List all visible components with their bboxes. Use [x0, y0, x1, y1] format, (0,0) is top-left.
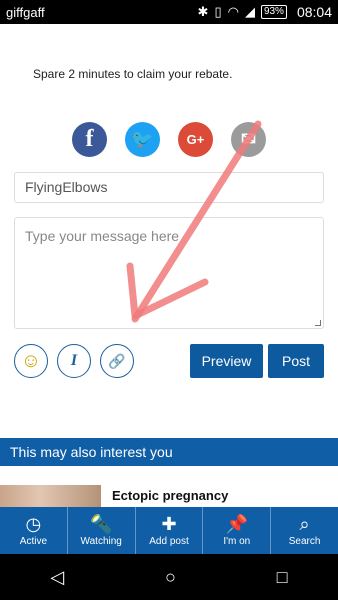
- facebook-share-icon[interactable]: f: [72, 122, 107, 157]
- tab-active[interactable]: ◷ Active: [0, 507, 68, 554]
- clock-icon: ◷: [25, 514, 42, 534]
- vibrate-icon: ▯: [214, 4, 222, 19]
- promo-text[interactable]: Spare 2 minutes to claim your rebate.: [33, 67, 232, 81]
- twitter-share-icon[interactable]: 🐦: [125, 122, 160, 157]
- italic-icon: I: [70, 352, 78, 369]
- tab-label: Active: [19, 536, 48, 547]
- tab-label: Search: [288, 536, 321, 547]
- tab-label: I'm on: [223, 536, 251, 547]
- preview-button[interactable]: Preview: [190, 344, 263, 378]
- clock-time: 08:04: [296, 4, 332, 20]
- status-icons: ✱ ▯ ◠ ◢ 93% 08:04: [198, 4, 332, 20]
- tab-search[interactable]: ⌕ Search: [271, 507, 338, 554]
- emoji-button[interactable]: ☺: [14, 344, 48, 378]
- interest-heading: This may also interest you: [0, 438, 338, 466]
- flashlight-icon: 🔦: [89, 514, 113, 534]
- bottom-tab-bar: ◷ Active 🔦 Watching ✚ Add post 📌 I'm on …: [0, 507, 338, 554]
- search-icon: ⌕: [299, 514, 310, 534]
- share-row: f 🐦 G+ ✉: [72, 122, 266, 157]
- status-bar: giffgaff ✱ ▯ ◠ ◢ 93% 08:04: [0, 0, 338, 24]
- pin-icon: 📌: [225, 514, 248, 534]
- italic-button[interactable]: I: [57, 344, 91, 378]
- battery-indicator: 93%: [260, 5, 287, 19]
- smiley-icon: ☺: [20, 349, 42, 372]
- app-content: Spare 2 minutes to claim your rebate. f …: [0, 24, 338, 600]
- home-icon[interactable]: ○: [165, 567, 176, 588]
- signal-icon: ◢: [244, 4, 255, 19]
- tab-label: Watching: [80, 536, 122, 547]
- bluetooth-icon: ✱: [197, 4, 209, 19]
- email-share-icon[interactable]: ✉: [231, 122, 266, 157]
- tab-im-on[interactable]: 📌 I'm on: [203, 507, 272, 554]
- tab-watching[interactable]: 🔦 Watching: [68, 507, 136, 554]
- googleplus-share-icon[interactable]: G+: [178, 122, 213, 157]
- carrier-name: giffgaff: [6, 4, 45, 20]
- paperclip-icon: 🔗: [108, 352, 126, 369]
- tab-add-post[interactable]: ✚ Add post: [136, 507, 204, 554]
- recents-icon[interactable]: □: [277, 567, 288, 588]
- tab-label: Add post: [149, 536, 189, 547]
- back-icon[interactable]: ◁: [50, 567, 64, 588]
- attach-button[interactable]: 🔗: [100, 344, 134, 378]
- message-input[interactable]: Type your message here: [14, 217, 324, 329]
- wifi-icon: ◠: [227, 4, 239, 19]
- name-field[interactable]: FlyingElbows: [14, 172, 324, 203]
- post-button[interactable]: Post: [268, 344, 324, 378]
- message-placeholder: Type your message here: [25, 228, 180, 244]
- android-nav-bar: ◁ ○ □: [0, 554, 338, 600]
- plus-icon: ✚: [161, 514, 177, 534]
- resize-handle-icon[interactable]: [315, 320, 321, 326]
- article-title[interactable]: Ectopic pregnancy: [112, 488, 228, 503]
